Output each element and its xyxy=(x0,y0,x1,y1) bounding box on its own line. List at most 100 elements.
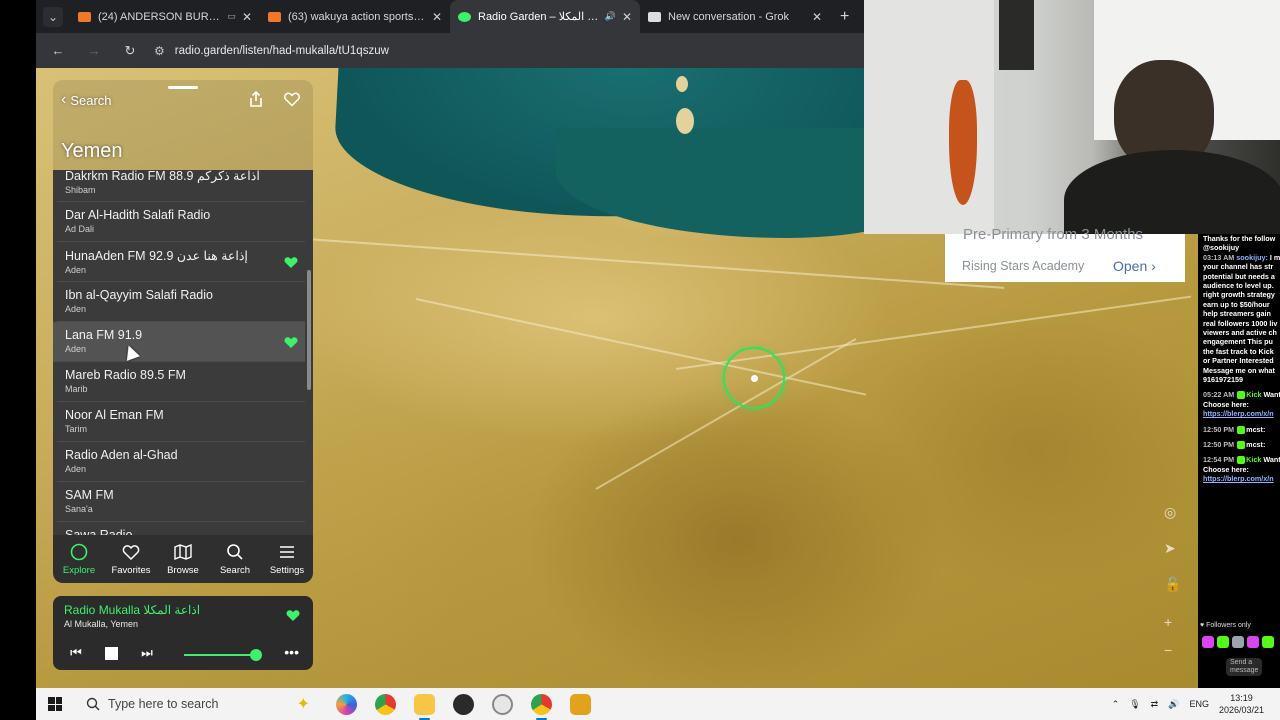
station-row[interactable]: Sawa Radio xyxy=(57,522,305,535)
ad-open-button[interactable]: Open › xyxy=(1113,258,1156,274)
tab-favorites-label: Favorites xyxy=(111,565,151,576)
forward-arrow-icon[interactable]: → xyxy=(86,43,102,58)
station-marker[interactable] xyxy=(723,347,785,409)
station-row[interactable]: SAM FM Sana'a xyxy=(57,482,305,522)
tab-search[interactable]: Search xyxy=(209,535,261,583)
station-name: Ibn al-Qayyim Salafi Radio xyxy=(65,288,213,302)
close-tab-icon[interactable]: ✕ xyxy=(812,10,822,24)
station-location: Aden xyxy=(65,265,87,275)
chat-line: audience to level up. xyxy=(1203,281,1274,290)
chat-message: 12:50 PM mcst: xyxy=(1203,424,1266,434)
browser-tab[interactable]: New conversation - Grok ✕ xyxy=(640,0,830,33)
app-icon[interactable] xyxy=(492,693,513,715)
emote-icon[interactable] xyxy=(1262,636,1274,648)
tab-list: (24) ANDERSON BURRUS v▭✕(63) wakuya acti… xyxy=(70,0,830,33)
send-message-input[interactable]: Send a message xyxy=(1226,658,1263,676)
emote-icon[interactable] xyxy=(1217,636,1229,648)
browser-tab[interactable]: Radio Garden – اذاعة المكلا🔊 ✕ xyxy=(450,0,640,33)
cam-shadow xyxy=(999,0,1034,70)
tab-settings[interactable]: Settings xyxy=(261,535,313,583)
tab-favorites[interactable]: Favorites xyxy=(105,535,157,583)
copilot-icon[interactable] xyxy=(336,693,357,715)
obs-icon[interactable] xyxy=(453,693,474,715)
station-row[interactable]: Ibn al-Qayyim Salafi Radio Aden xyxy=(57,282,305,322)
chevron-up-icon[interactable]: ⌃ xyxy=(1112,699,1120,710)
zoom-out-icon[interactable]: − xyxy=(1164,642,1172,658)
islet xyxy=(676,108,694,134)
microphone-icon[interactable]: 🎙 xyxy=(1129,699,1140,710)
taskbar-search[interactable]: Type here to search ✦ xyxy=(74,688,332,720)
chat-line: Message me on what xyxy=(1203,365,1275,375)
close-tab-icon[interactable]: ✕ xyxy=(432,10,442,24)
station-row[interactable]: Lana FM 91.9 Aden xyxy=(53,322,305,362)
map-icon xyxy=(174,543,192,561)
tab-search-label: Search xyxy=(219,565,251,576)
share-icon[interactable] xyxy=(247,90,265,108)
panel-tab-bar: Explore Favorites Browse Search Settings xyxy=(53,535,313,583)
favorite-heart-icon[interactable] xyxy=(285,607,301,623)
station-row[interactable]: Dakrkm Radio FM 88.9 اذاعة ذكركم Shibam xyxy=(57,170,305,202)
tab-indicator-icon: 🔊 xyxy=(604,11,616,21)
lock-icon[interactable]: 🔓 xyxy=(1164,576,1181,593)
favorite-heart-icon[interactable] xyxy=(283,90,301,108)
station-location: Ad Dali xyxy=(65,224,95,234)
close-tab-icon[interactable]: ✕ xyxy=(242,10,252,24)
previous-icon[interactable]: ⏮ xyxy=(69,645,83,660)
tab-favicon-icon xyxy=(458,11,471,22)
station-name: HunaAden FM 92.9 إذاعة هنا عدن xyxy=(65,249,248,263)
emote-row xyxy=(1202,636,1274,648)
chrome-profile-icon[interactable] xyxy=(531,693,552,720)
station-row[interactable]: HunaAden FM 92.9 إذاعة هنا عدن Aden xyxy=(57,242,305,282)
back-arrow-icon[interactable]: ← xyxy=(50,43,66,58)
more-options-icon[interactable]: ••• xyxy=(284,644,299,660)
ad-headline: Pre-Primary from 3 Months xyxy=(963,226,1144,243)
chrome-icon[interactable] xyxy=(375,693,396,715)
ad-card[interactable]: Pre-Primary from 3 Months Rising Stars A… xyxy=(945,226,1185,282)
station-row[interactable]: Radio Aden al-Ghad Aden xyxy=(57,442,305,482)
start-button[interactable] xyxy=(36,697,74,711)
back-to-search-button[interactable]: ‹ Search xyxy=(61,91,112,109)
emote-icon[interactable] xyxy=(1202,636,1214,648)
next-icon[interactable]: ⏭ xyxy=(140,645,154,660)
zoom-in-icon[interactable]: + xyxy=(1164,614,1172,630)
game-app-icon[interactable] xyxy=(570,693,591,715)
explore-icon xyxy=(70,543,88,561)
language-indicator[interactable]: ENG xyxy=(1189,699,1209,709)
heart-icon xyxy=(122,545,140,561)
emote-icon[interactable] xyxy=(1247,636,1259,648)
tab-title: New conversation - Grok xyxy=(668,10,790,23)
station-row[interactable]: Dar Al-Hadith Salafi Radio Ad Dali xyxy=(57,202,305,242)
site-info-icon[interactable]: ⚙ xyxy=(154,44,165,58)
file-explorer-icon[interactable] xyxy=(414,693,435,720)
chat-line: potential but needs a xyxy=(1203,271,1275,281)
globe-icon[interactable]: ◎ xyxy=(1164,504,1176,521)
network-icon[interactable]: ⇄ xyxy=(1151,699,1159,710)
emote-icon[interactable] xyxy=(1232,636,1244,648)
browser-tab[interactable]: (24) ANDERSON BURRUS v ▭ ✕ xyxy=(70,0,260,33)
speaker-icon[interactable]: 🔊 xyxy=(1168,699,1179,710)
locate-icon[interactable]: ➤ xyxy=(1164,540,1176,557)
close-tab-icon[interactable]: ✕ xyxy=(622,10,632,24)
list-scrollbar[interactable] xyxy=(307,270,311,390)
favorite-heart-icon[interactable] xyxy=(283,334,299,350)
station-location: Sana'a xyxy=(65,504,93,514)
road xyxy=(415,298,867,396)
tab-explore[interactable]: Explore xyxy=(53,535,105,583)
station-row[interactable]: Noor Al Eman FM Tarim xyxy=(57,402,305,442)
stop-icon[interactable] xyxy=(105,646,118,660)
station-row[interactable]: Mareb Radio 89.5 FM Marib xyxy=(57,362,305,402)
windows-taskbar: Type here to search ✦ ⌃ 🎙 ⇄ 🔊 ENG 13:19 … xyxy=(36,688,1280,720)
chat-message: 12:54 PM Kick Want to use Sound A xyxy=(1203,455,1280,465)
chat-line: viewers and active ch xyxy=(1203,328,1277,337)
tab-search-button[interactable]: ⌄ xyxy=(36,0,70,33)
volume-slider[interactable] xyxy=(184,649,263,661)
browser-tab[interactable]: (63) wakuya action sports park ✕ xyxy=(260,0,450,33)
url-field[interactable]: ⚙ radio.garden/listen/had-mukalla/tU1qsz… xyxy=(154,44,389,58)
drag-handle[interactable] xyxy=(168,86,198,89)
new-tab-button[interactable]: + xyxy=(840,8,849,26)
clock[interactable]: 13:19 2026/03/21 xyxy=(1219,692,1264,716)
chat-line: right growth strategy xyxy=(1203,290,1275,300)
favorite-heart-icon[interactable] xyxy=(283,254,299,270)
tab-browse[interactable]: Browse xyxy=(157,535,209,583)
reload-icon[interactable]: ↻ xyxy=(122,43,138,59)
